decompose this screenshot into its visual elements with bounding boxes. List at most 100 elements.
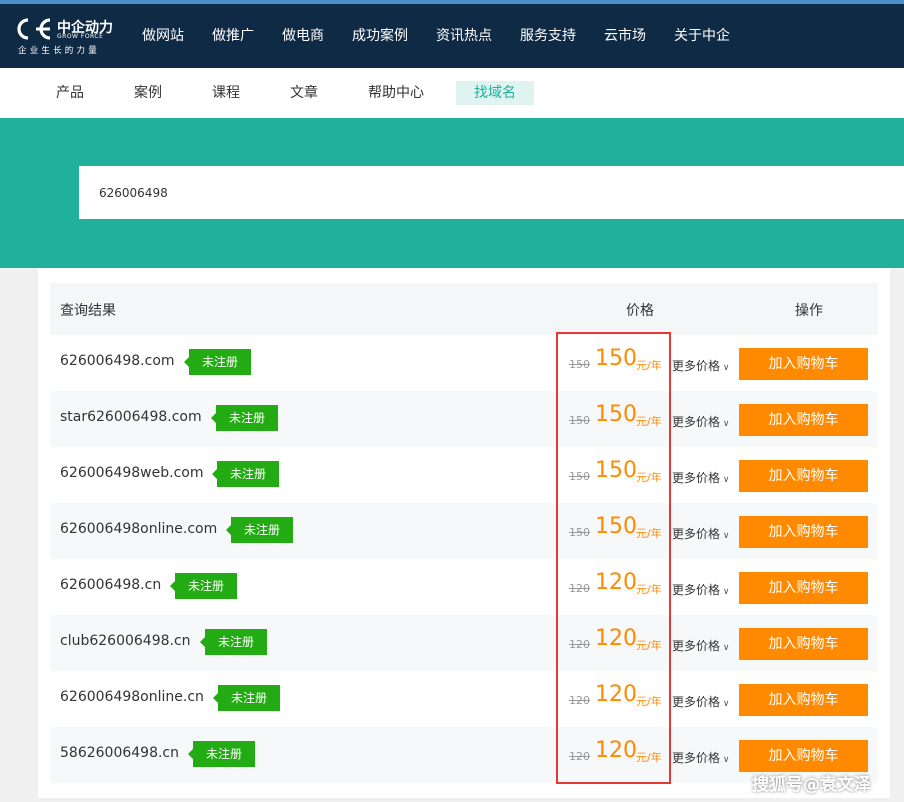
domain-name: 58626006498.cn (60, 745, 179, 761)
add-to-cart-button[interactable]: 加入购物车 (739, 572, 868, 604)
subnav-item-products[interactable]: 产品 (56, 81, 84, 105)
current-price: 120 (595, 626, 637, 651)
original-price: 120 (569, 638, 590, 651)
more-prices-label: 更多价格 (672, 583, 721, 597)
more-prices-link[interactable]: 更多价格 ∨ (672, 693, 729, 710)
current-price: 150 (595, 346, 637, 371)
sub-nav: 产品 案例 课程 文章 帮助中心 找域名 (0, 68, 904, 118)
chevron-down-icon: ∨ (720, 699, 730, 709)
price-unit: 元/年 (636, 527, 662, 540)
domain-name: club626006498.cn (60, 633, 191, 649)
nav-item-website[interactable]: 做网站 (128, 4, 198, 68)
domain-result-row: 626006498online.cn 未注册 120 120 元/年 更多价格 ∨ 加入购物… (50, 671, 878, 727)
domain-result-row: club626006498.cn 未注册 120 120 元/年 更多价格 ∨ 加入购物车 (50, 615, 878, 671)
header-price: 价格 (626, 303, 654, 319)
nav-item-about[interactable]: 关于中企 (660, 4, 744, 68)
domain-result-row: 626006498online.com 未注册 150 150 元/年 更多价格 ∨ 加入购… (50, 503, 878, 559)
chevron-down-icon: ∨ (720, 755, 730, 765)
current-price: 150 (595, 514, 637, 539)
status-badge-unregistered: 未注册 (183, 349, 252, 375)
original-price: 120 (569, 750, 590, 763)
original-price: 150 (569, 470, 590, 483)
nav-item-promotion[interactable]: 做推广 (198, 4, 268, 68)
domain-name: 626006498.cn (60, 577, 162, 593)
more-prices-link[interactable]: 更多价格 ∨ (672, 413, 729, 430)
domain-name: 626006498web.com (60, 465, 204, 481)
status-badge-unregistered: 未注册 (212, 685, 281, 711)
status-badge-unregistered: 未注册 (225, 517, 294, 543)
nav-item-cloud-market[interactable]: 云市场 (590, 4, 660, 68)
brand-logo[interactable]: 中企动力 GROW FORCE 企业生长的力量 (17, 16, 117, 56)
price-unit: 元/年 (636, 639, 662, 652)
results-table-header: 查询结果 价格 操作 (50, 283, 878, 335)
header-result: 查询结果 (60, 303, 116, 319)
chevron-down-icon: ∨ (720, 419, 730, 429)
more-prices-link[interactable]: 更多价格 ∨ (672, 581, 729, 598)
brand-slogan: 企业生长的力量 (18, 46, 100, 56)
domain-name: 626006498online.com (60, 521, 218, 537)
add-to-cart-button[interactable]: 加入购物车 (739, 516, 868, 548)
more-prices-link[interactable]: 更多价格 ∨ (672, 749, 729, 766)
add-to-cart-button[interactable]: 加入购物车 (739, 628, 868, 660)
domain-name: 626006498online.cn (60, 689, 204, 705)
chevron-down-icon: ∨ (720, 643, 730, 653)
chevron-down-icon: ∨ (720, 363, 730, 373)
watermark: 搜狐号@袁文泽 (752, 775, 871, 795)
chevron-down-icon: ∨ (720, 475, 730, 485)
price-unit: 元/年 (636, 583, 662, 596)
price-unit: 元/年 (636, 695, 662, 708)
subnav-item-find-domain[interactable]: 找域名 (456, 81, 534, 105)
domain-search-input[interactable] (79, 166, 904, 219)
more-prices-label: 更多价格 (672, 527, 721, 541)
add-to-cart-button[interactable]: 加入购物车 (739, 740, 868, 772)
nav-item-cases[interactable]: 成功案例 (338, 4, 422, 68)
price-unit: 元/年 (636, 415, 662, 428)
add-to-cart-button[interactable]: 加入购物车 (739, 348, 868, 380)
subnav-item-courses[interactable]: 课程 (212, 81, 240, 105)
nav-item-news[interactable]: 资讯热点 (422, 4, 506, 68)
brand-name-en: GROW FORCE (57, 33, 104, 40)
domain-result-row: 626006498.cn 未注册 120 120 元/年 更多价格 ∨ 加入购物车 (50, 559, 878, 615)
site-header: 中企动力 GROW FORCE 企业生长的力量 做网站 做推广 做电商 成功案例… (0, 4, 904, 68)
more-prices-link[interactable]: 更多价格 ∨ (672, 469, 729, 486)
status-badge-unregistered: 未注册 (199, 629, 268, 655)
nav-item-support[interactable]: 服务支持 (506, 4, 590, 68)
more-prices-label: 更多价格 (672, 751, 721, 765)
more-prices-label: 更多价格 (672, 359, 721, 373)
original-price: 150 (569, 414, 590, 427)
main-nav: 做网站 做推广 做电商 成功案例 资讯热点 服务支持 云市场 关于中企 (128, 4, 744, 68)
header-operation: 操作 (795, 303, 823, 319)
status-badge-unregistered: 未注册 (210, 405, 279, 431)
original-price: 150 (569, 358, 590, 371)
results-panel: 查询结果 价格 操作 626006498.com 未注册 150 150 元/年 更多价格… (38, 268, 890, 798)
price-unit: 元/年 (636, 471, 662, 484)
subnav-item-cases[interactable]: 案例 (134, 81, 162, 105)
more-prices-link[interactable]: 更多价格 ∨ (672, 357, 729, 374)
more-prices-link[interactable]: 更多价格 ∨ (672, 525, 729, 542)
chevron-down-icon: ∨ (720, 531, 730, 541)
status-badge-unregistered: 未注册 (211, 461, 280, 487)
more-prices-link[interactable]: 更多价格 ∨ (672, 637, 729, 654)
nav-item-ecommerce[interactable]: 做电商 (268, 4, 338, 68)
original-price: 120 (569, 582, 590, 595)
price-unit: 元/年 (636, 751, 662, 764)
domain-result-row: 626006498.com 未注册 150 150 元/年 更多价格 ∨ 加入购物车 (50, 335, 878, 391)
more-prices-label: 更多价格 (672, 639, 721, 653)
current-price: 120 (595, 570, 637, 595)
domain-result-row: 626006498web.com 未注册 150 150 元/年 更多价格 ∨ 加入购物车 (50, 447, 878, 503)
subnav-item-help-center[interactable]: 帮助中心 (368, 81, 424, 105)
original-price: 120 (569, 694, 590, 707)
more-prices-label: 更多价格 (672, 471, 721, 485)
status-badge-unregistered: 未注册 (169, 573, 238, 599)
chevron-down-icon: ∨ (720, 587, 730, 597)
original-price: 150 (569, 526, 590, 539)
add-to-cart-button[interactable]: 加入购物车 (739, 460, 868, 492)
status-badge-unregistered: 未注册 (187, 741, 256, 767)
more-prices-label: 更多价格 (672, 415, 721, 429)
domain-result-row: star626006498.com 未注册 150 150 元/年 更多价格 ∨ 加入购物车 (50, 391, 878, 447)
subnav-item-articles[interactable]: 文章 (290, 81, 318, 105)
current-price: 150 (595, 458, 637, 483)
search-banner (0, 118, 904, 268)
add-to-cart-button[interactable]: 加入购物车 (739, 684, 868, 716)
add-to-cart-button[interactable]: 加入购物车 (739, 404, 868, 436)
